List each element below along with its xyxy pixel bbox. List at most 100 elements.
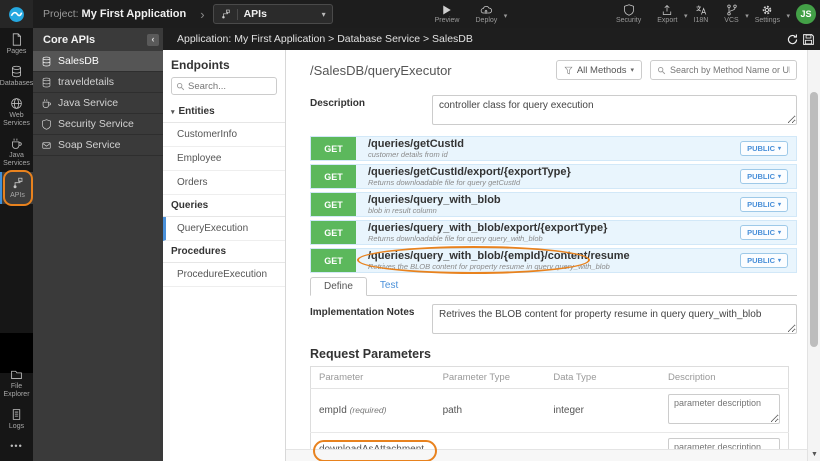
chevron-down-icon: ▾ (321, 9, 326, 19)
endpoint-url: /queries/getCustId (368, 138, 464, 150)
core-apis-panel: Core APIs ‹ SalesDB traveldetails Java S… (33, 28, 163, 461)
column-header-parameter-type: Parameter Type (434, 366, 546, 389)
access-dropdown[interactable]: PUBLIC ▾ (740, 169, 788, 184)
sidebar-item-apis[interactable]: APIs (0, 170, 33, 206)
access-dropdown[interactable]: PUBLIC ▾ (740, 141, 788, 156)
table-row: empId (required) path integer (311, 389, 789, 433)
core-apis-title: Core APIs (43, 33, 96, 46)
sidebar-item-databases[interactable]: Databases (0, 60, 33, 92)
export-button[interactable]: Export ▾ (649, 4, 688, 24)
tab-test[interactable]: Test (367, 277, 411, 295)
preview-button[interactable]: Preview (427, 4, 468, 24)
endpoint-row[interactable]: GET /queries/query_with_blob/export/{exp… (310, 220, 797, 245)
column-header-data-type: Data Type (545, 366, 660, 389)
vcs-button[interactable]: VCS ▾ (716, 4, 749, 24)
method-search-input[interactable] (670, 65, 790, 75)
api-node-icon (13, 177, 23, 189)
access-dropdown[interactable]: PUBLIC ▾ (740, 253, 788, 268)
endpoint-row[interactable]: GET /queries/query_with_blob blob in res… (310, 192, 797, 217)
chevron-down-icon: ▾ (777, 146, 781, 152)
methods-filter-dropdown[interactable]: All Methods ▾ (555, 60, 642, 80)
core-api-item-java-service[interactable]: Java Service (33, 93, 163, 114)
sidebar-item-pages[interactable]: Pages (0, 28, 33, 60)
endpoint-item-orders[interactable]: Orders (163, 171, 285, 195)
collapse-panel-button[interactable]: ‹ (147, 33, 159, 46)
param-type: path (442, 405, 463, 416)
endpoint-url: /queries/getCustId/export/{exportType} (368, 166, 571, 178)
funnel-icon (564, 66, 573, 74)
more-menu-button[interactable]: ••• (0, 435, 33, 457)
deploy-button[interactable]: Deploy ▾ (468, 4, 508, 24)
method-badge: GET (311, 137, 356, 160)
endpoint-item-customerinfo[interactable]: CustomerInfo (163, 123, 285, 147)
sidebar-item-file-explorer[interactable]: File Explorer (0, 363, 33, 403)
app-logo[interactable] (0, 0, 33, 28)
gear-icon (763, 5, 772, 15)
section-procedures[interactable]: Procedures (163, 241, 285, 263)
section-queries[interactable]: Queries (163, 195, 285, 217)
chevron-down-icon: ▾ (777, 202, 781, 208)
scrollbar-down-arrow[interactable]: ▼ (808, 448, 820, 461)
sidebar-item-logs[interactable]: Logs (0, 403, 33, 435)
sidebar-item-java-services[interactable]: Java Services (0, 132, 33, 172)
implementation-notes-textarea[interactable]: Retrives the BLOB content for property r… (432, 304, 797, 334)
search-icon (176, 82, 185, 90)
database-icon (42, 77, 51, 87)
endpoint-row-expanded[interactable]: GET /queries/query_with_blob/{empId}/con… (310, 246, 797, 274)
left-navigation-rail: Pages Databases Web Services Java Servic… (0, 28, 33, 461)
settings-button[interactable]: Settings ▾ (747, 4, 790, 24)
sidebar-item-web-services[interactable]: Web Services (0, 92, 33, 132)
main-content: /SalesDB/queryExecutor All Methods ▾ Des… (286, 50, 807, 461)
coffee-icon (42, 98, 51, 108)
endpoints-panel: Endpoints ▾ Entities CustomerInfo Employ… (163, 50, 286, 461)
project-title: Project: My First Application (43, 8, 186, 20)
project-label: Project: (43, 8, 79, 20)
chevron-down-icon: ▾ (786, 13, 790, 20)
scrollbar-thumb[interactable] (810, 92, 818, 347)
chevron-right-icon: › (200, 6, 205, 22)
access-dropdown[interactable]: PUBLIC ▾ (740, 225, 788, 240)
endpoint-item-queryexecution[interactable]: QueryExecution (163, 217, 285, 241)
chevron-down-icon: ▾ (503, 13, 508, 20)
branch-icon (726, 4, 737, 16)
endpoint-item-procedureexecution[interactable]: ProcedureExecution (163, 263, 285, 287)
endpoint-row[interactable]: GET /queries/getCustId customer details … (310, 136, 797, 161)
description-label: Description (310, 98, 366, 109)
page-icon (12, 33, 21, 46)
envelope-icon (42, 141, 51, 149)
breadcrumb: Application: My First Application > Data… (177, 33, 473, 45)
coffee-icon (12, 138, 22, 149)
param-description-textarea[interactable] (667, 394, 780, 424)
refresh-button[interactable] (786, 33, 799, 46)
tab-define[interactable]: Define (310, 277, 367, 296)
i18n-button[interactable]: I18N (686, 4, 717, 24)
database-icon (42, 56, 51, 66)
save-icon (803, 33, 814, 45)
translate-icon (696, 5, 707, 15)
user-avatar[interactable]: JS (796, 4, 816, 24)
method-badge: GET (311, 221, 356, 244)
core-api-item-security-service[interactable]: Security Service (33, 114, 163, 135)
core-api-item-traveldetails[interactable]: traveldetails (33, 72, 163, 93)
core-api-item-salesdb[interactable]: SalesDB (33, 51, 163, 72)
method-search[interactable] (650, 60, 797, 80)
api-node-icon (220, 8, 238, 20)
core-api-item-soap-service[interactable]: Soap Service (33, 135, 163, 156)
description-textarea[interactable]: controller class for query execution (432, 95, 797, 125)
security-button[interactable]: Security (608, 4, 649, 24)
endpoints-search-input[interactable] (188, 80, 272, 92)
endpoint-description: blob in result column (368, 206, 437, 215)
endpoint-item-employee[interactable]: Employee (163, 147, 285, 171)
endpoints-search[interactable] (171, 77, 277, 95)
endpoint-description: Returns downloadable file for query quer… (368, 234, 543, 243)
endpoint-row[interactable]: GET /queries/getCustId/export/{exportTyp… (310, 164, 797, 189)
vertical-scrollbar[interactable]: ▼ (807, 50, 820, 461)
save-button[interactable] (802, 33, 815, 46)
endpoint-description: Retrives the BLOB content for property r… (368, 262, 610, 271)
endpoint-description: customer details from id (368, 150, 448, 159)
access-dropdown[interactable]: PUBLIC ▾ (740, 197, 788, 212)
column-header-parameter: Parameter (310, 366, 435, 389)
globe-icon (11, 98, 22, 109)
section-entities[interactable]: ▾ Entities (163, 101, 285, 123)
workspace-dropdown[interactable]: APIs ▾ (212, 4, 333, 24)
